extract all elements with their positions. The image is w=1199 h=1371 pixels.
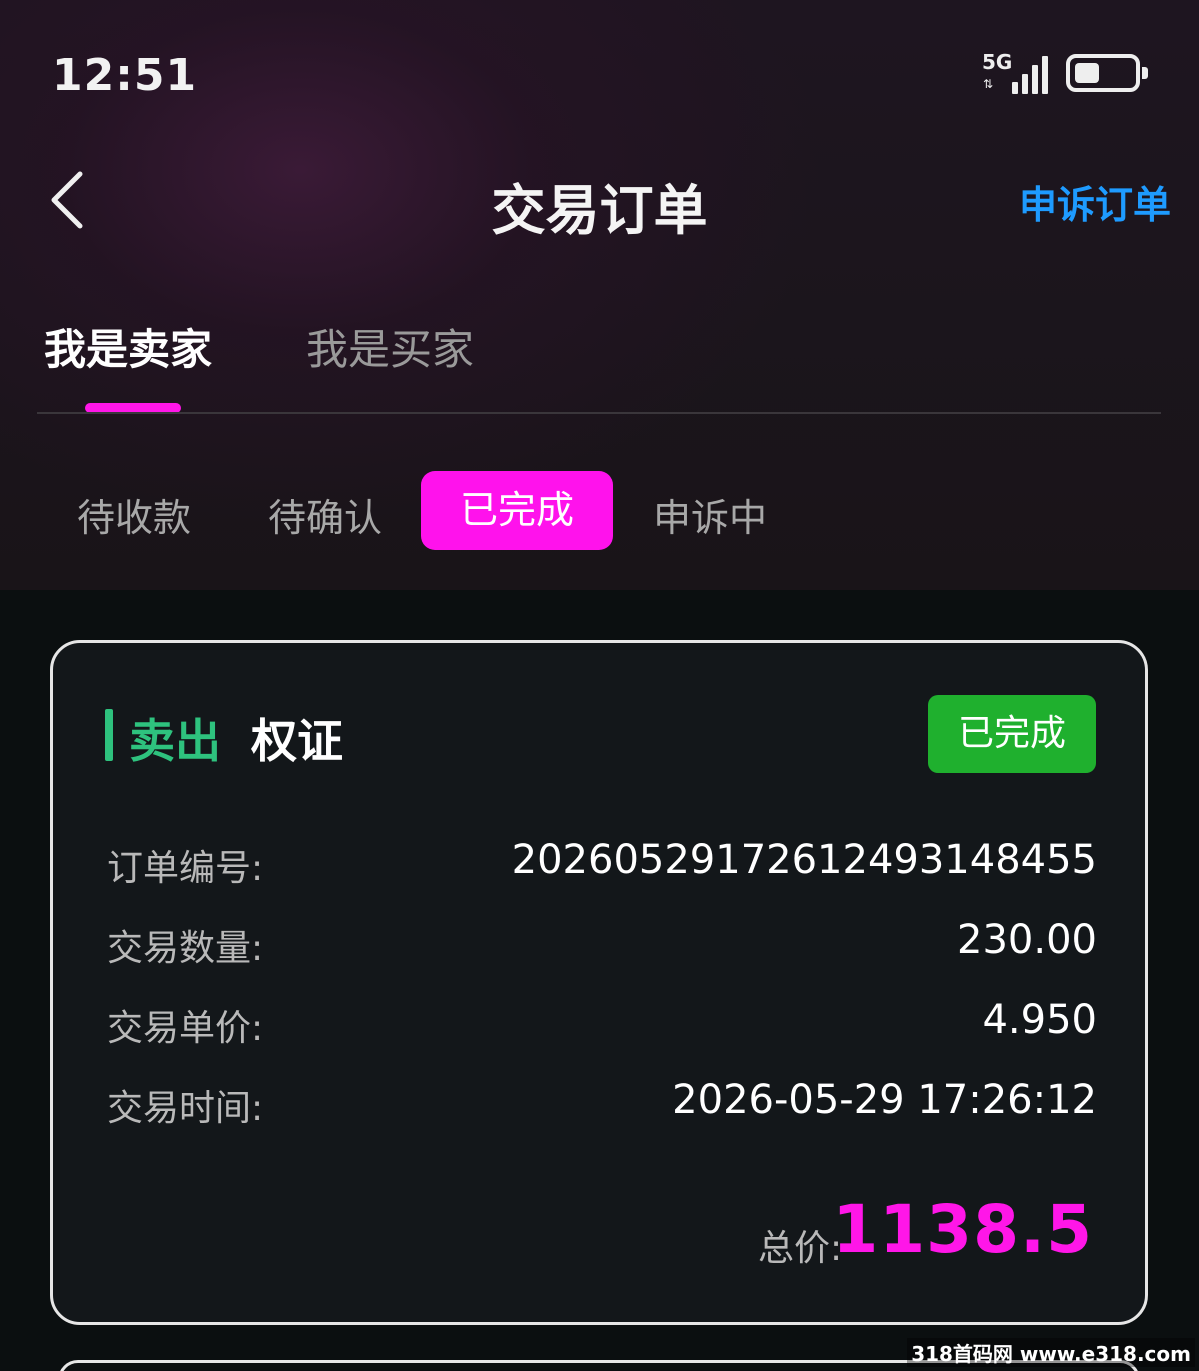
- order-number-row: 订单编号: 20260529172612493148455: [107, 837, 1097, 899]
- tab-completed[interactable]: 已完成: [421, 471, 613, 550]
- quantity-label: 交易数量:: [107, 928, 264, 969]
- tab-pending-confirm[interactable]: 待确认: [268, 487, 382, 542]
- sell-marker: [105, 709, 113, 761]
- trade-type: 卖出: [129, 714, 221, 768]
- order-number-value: 20260529172612493148455: [511, 837, 1097, 883]
- quantity-row: 交易数量: 230.00: [107, 917, 1097, 979]
- status-badge: 已完成: [928, 695, 1096, 773]
- unit-price-label: 交易单价:: [107, 1008, 264, 1049]
- network-type: 5G: [982, 50, 1013, 74]
- tab-pending-payment[interactable]: 待收款: [77, 487, 191, 542]
- trade-time-value: 2026-05-29 17:26:12: [672, 1077, 1097, 1123]
- unit-price-value: 4.950: [982, 997, 1097, 1043]
- network-arrows-icon: ⇅: [983, 77, 994, 91]
- tab-divider: [37, 412, 1161, 414]
- tab-seller[interactable]: 我是卖家: [44, 316, 212, 377]
- appeal-order-link[interactable]: 申诉订单: [1019, 174, 1171, 229]
- battery-icon: [1066, 54, 1148, 92]
- trade-time-label: 交易时间:: [107, 1088, 264, 1129]
- total-label: 总价:: [758, 1228, 843, 1269]
- tab-buyer[interactable]: 我是买家: [306, 316, 474, 377]
- signal-icon: 5G ⇅: [982, 52, 1052, 96]
- watermark: 318首码网 www.e318.com: [907, 1338, 1195, 1367]
- tab-appealing[interactable]: 申诉中: [653, 487, 767, 542]
- order-number-label: 订单编号:: [107, 848, 264, 889]
- trade-time-row: 交易时间: 2026-05-29 17:26:12: [107, 1077, 1097, 1139]
- quantity-value: 230.00: [957, 917, 1097, 963]
- total-value: 1138.5: [832, 1191, 1093, 1268]
- status-time: 12:51: [52, 50, 198, 101]
- order-card[interactable]: 卖出 权证 已完成 订单编号: 20260529172612493148455 …: [50, 640, 1148, 1325]
- asset-name: 权证: [251, 714, 343, 768]
- unit-price-row: 交易单价: 4.950: [107, 997, 1097, 1059]
